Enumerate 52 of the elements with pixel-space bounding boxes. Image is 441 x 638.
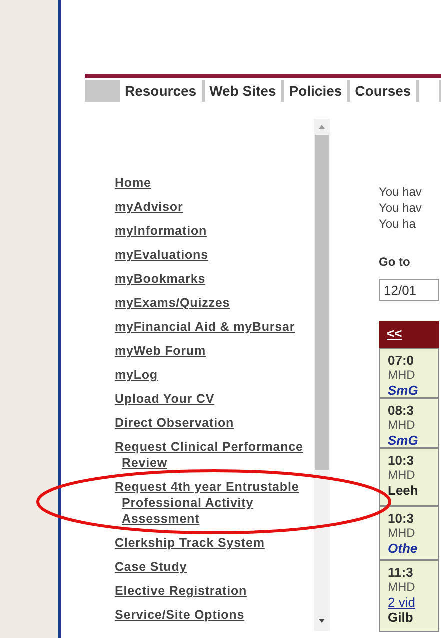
time-text: 08:3: [388, 402, 416, 418]
calendar-entry[interactable]: 08:3 MHD SmG: [379, 398, 439, 448]
scroll-up-icon[interactable]: [319, 125, 325, 129]
location-text: MHD: [388, 580, 416, 594]
location-text: MHD: [388, 526, 416, 540]
message-text: You ha: [379, 216, 417, 232]
calendar-entry[interactable]: 10:3 MHD Leeh: [379, 448, 439, 506]
time-text: 07:0: [388, 352, 416, 368]
location-text: MHD: [388, 468, 416, 482]
course-text: Othe: [388, 540, 419, 556]
name-text: Gilb: [388, 610, 414, 624]
nav-tab[interactable]: Web Sites: [204, 80, 282, 102]
time-text: 10:3: [388, 452, 416, 468]
calendar-entry[interactable]: 11:3 MHD 2 vid Gilb: [379, 560, 439, 632]
scroll-down-icon[interactable]: [319, 619, 325, 623]
time-text: 10:3: [388, 510, 416, 526]
time-text: 11:3: [388, 564, 414, 580]
nav-tab[interactable]: Courses: [350, 80, 416, 102]
sidebar-link[interactable]: myLog: [115, 367, 306, 383]
message-text: You hav: [379, 184, 423, 200]
sidebar-link[interactable]: Case Study: [115, 559, 306, 575]
location-text: MHD: [388, 368, 416, 382]
location-text: MHD: [388, 418, 416, 432]
sidebar-link[interactable]: Service/Site Options: [115, 607, 306, 623]
scroll-thumb[interactable]: [315, 135, 329, 470]
sidebar-link[interactable]: Elective Registration: [115, 583, 306, 599]
goto-label: Go to: [379, 254, 412, 271]
name-text: Leeh: [388, 482, 420, 498]
sidebar-link[interactable]: myWeb Forum: [115, 343, 306, 359]
sidebar-link[interactable]: myEvaluations: [115, 247, 306, 263]
course-text: SmG: [388, 382, 420, 398]
sidebar-link[interactable]: myAdvisor: [115, 199, 306, 215]
sidebar-link[interactable]: myFinancial Aid & myBursar: [115, 319, 306, 335]
sidebar-link[interactable]: myExams/Quizzes: [115, 295, 306, 311]
partial-tab[interactable]: [419, 80, 440, 102]
video-link[interactable]: 2 vid: [388, 594, 438, 610]
nav-tab[interactable]: Resources: [120, 80, 202, 102]
sidebar-link[interactable]: Request Clinical Performance Review: [115, 439, 306, 471]
calendar-entry[interactable]: 07:0 MHD SmG: [379, 348, 439, 398]
sidebar-link[interactable]: Upload Your CV: [115, 391, 306, 407]
scrollbar[interactable]: [314, 119, 330, 631]
sidebar-link[interactable]: myBookmarks: [115, 271, 306, 287]
previous-link[interactable]: <<: [387, 324, 402, 344]
calendar-entry[interactable]: 10:3 MHD Othe: [379, 506, 439, 560]
sidebar-link[interactable]: Clerkship Track System: [115, 535, 306, 551]
sidebar-link[interactable]: Direct Observation: [115, 415, 306, 431]
message-text: You hav: [379, 200, 423, 216]
nav-tab[interactable]: Policies: [284, 80, 348, 102]
sidebar-link[interactable]: myInformation: [115, 223, 306, 239]
date-field[interactable]: 12/01: [379, 279, 439, 301]
course-text: SmG: [388, 432, 420, 448]
sidebar-link[interactable]: Home: [115, 175, 306, 191]
